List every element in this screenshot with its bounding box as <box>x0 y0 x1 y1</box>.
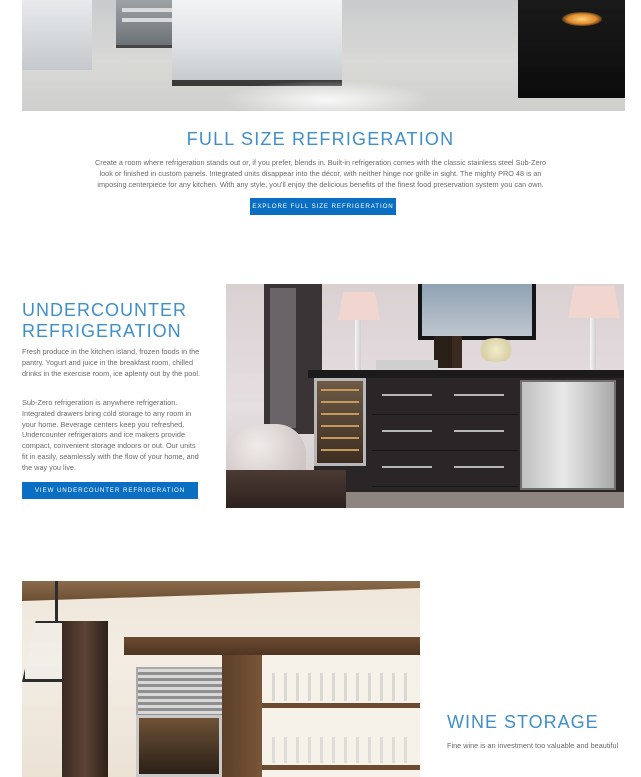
explore-full-size-refrigeration-button[interactable]: EXPLORE FULL SIZE REFRIGERATION <box>250 198 396 215</box>
undercounter-refrigeration-heading: UNDERCOUNTER REFRIGERATION <box>22 300 187 341</box>
wine-glasses <box>272 737 412 763</box>
undercounter-room-image <box>226 284 624 508</box>
refrigerator-grille <box>136 667 226 717</box>
hero-kitchen-image <box>22 0 625 111</box>
flower-arrangement <box>476 338 516 362</box>
drawer <box>372 452 518 487</box>
undercounter-refrigerator <box>520 380 616 490</box>
side-cabinet <box>222 655 262 777</box>
full-size-refrigeration-description: Create a room where refrigeration stands… <box>95 158 546 189</box>
lamp-stem-left <box>355 320 361 372</box>
shelf <box>262 765 420 770</box>
wine-storage-heading: WINE STORAGE <box>447 712 599 732</box>
table-lamp-right <box>568 286 620 318</box>
serving-tray <box>376 360 438 370</box>
wooden-column <box>62 621 108 777</box>
floor-light-reflection <box>222 80 432 111</box>
wall-mirror <box>418 284 536 340</box>
wine-cooler <box>314 378 366 466</box>
table-lamp-left <box>338 292 380 320</box>
ceiling-beam <box>22 581 420 601</box>
dining-table <box>226 470 346 508</box>
wine-storage-description: Fine wine is an investment too valuable … <box>447 741 619 750</box>
undercounter-description-paragraph-2: Sub-Zero refrigeration is anywhere refri… <box>22 398 199 472</box>
wine-storage-unit <box>136 715 222 777</box>
drawer <box>372 416 518 451</box>
shelf <box>262 703 420 708</box>
lamp-stem-right <box>590 318 596 376</box>
drawer <box>372 380 518 415</box>
view-undercounter-refrigeration-button[interactable]: VIEW UNDERCOUNTER REFRIGERATION <box>22 482 198 499</box>
bar-countertop <box>308 370 624 378</box>
cabinet-crown <box>124 637 420 655</box>
kitchen-island <box>172 0 342 80</box>
wall-cabinet <box>22 0 92 70</box>
undercounter-description-paragraph-1: Fresh produce in the kitchen island, fro… <box>22 347 201 378</box>
lantern-rod <box>55 581 58 621</box>
fireplace-flame <box>562 12 602 26</box>
wine-glasses <box>272 673 412 701</box>
range-oven <box>116 0 178 48</box>
full-size-refrigeration-heading: FULL SIZE REFRIGERATION <box>186 129 455 149</box>
refrigerator-drawers <box>372 380 518 490</box>
wine-storage-room-image <box>22 581 420 777</box>
